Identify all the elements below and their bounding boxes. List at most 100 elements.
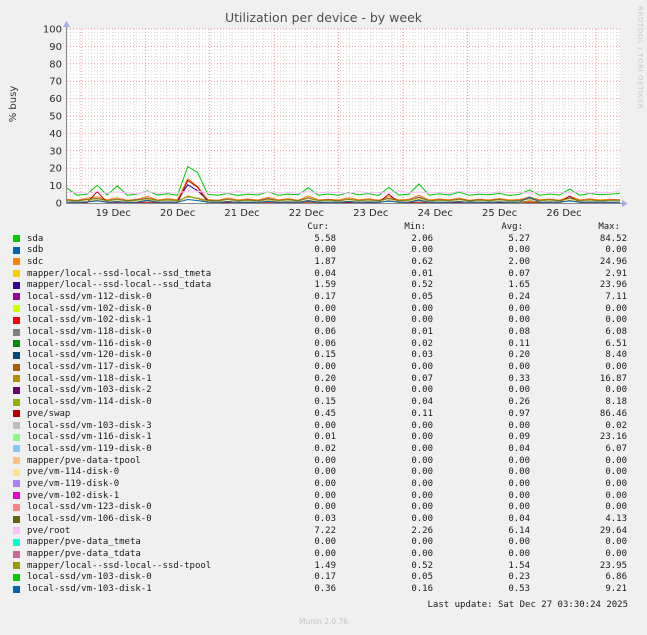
legend-cur-value: 1.87 [314, 256, 336, 267]
legend-avg-value: 2.00 [508, 256, 530, 267]
legend-min-value: 0.00 [411, 443, 433, 454]
legend-cur-value: 0.00 [314, 467, 336, 478]
y-tick-label: 100 [43, 25, 62, 36]
legend-series-name: mapper/pve-data-tpool [27, 455, 141, 466]
legend-min-value: 0.16 [411, 584, 433, 595]
legend-min-value: 0.02 [411, 338, 433, 349]
legend-avg-value: 0.00 [508, 455, 530, 466]
legend-avg-value: 0.00 [508, 502, 530, 513]
legend-series-name: local-ssd/vm-102-disk-0 [27, 303, 152, 314]
legend-swatch [13, 328, 20, 336]
legend-min-value: 0.00 [411, 514, 433, 525]
legend-row: sdc 1.87 0.62 2.00 24.96 [0, 256, 647, 268]
legend-swatch [13, 258, 20, 266]
y-tick-label: 40 [49, 129, 62, 140]
legend-min-value: 0.52 [411, 280, 433, 291]
legend-avg-value: 0.00 [508, 315, 530, 326]
y-tick-label: 90 [49, 42, 62, 53]
legend-swatch-spacer [13, 223, 20, 230]
legend-min-value: 0.01 [411, 268, 433, 279]
legend-avg-value: 0.09 [508, 432, 530, 443]
legend-series-name: local-ssd/vm-106-disk-0 [27, 514, 152, 525]
legend-max-value: 0.00 [605, 490, 627, 501]
legend-series-name: local-ssd/vm-114-disk-0 [27, 397, 152, 408]
legend-max-value: 7.11 [605, 291, 627, 302]
x-tick-label: 20 Dec [160, 208, 195, 219]
legend-swatch [13, 410, 20, 418]
legend-series-name: pve/vm-102-disk-1 [27, 490, 120, 501]
legend-row: local-ssd/vm-120-disk-0 0.15 0.03 0.20 8.40 [0, 350, 647, 362]
legend-series-name: pve/swap [27, 408, 71, 419]
legend-avg-value: 0.00 [508, 385, 530, 396]
legend-min-value: 0.00 [411, 549, 433, 560]
legend-cur-value: 0.17 [314, 572, 336, 583]
legend-min-value: 0.00 [411, 455, 433, 466]
legend-swatch [13, 375, 20, 383]
legend-swatch [13, 293, 20, 301]
legend-swatch [13, 562, 20, 570]
legend-max-value: 84.52 [599, 233, 627, 244]
legend-max-value: 6.51 [605, 338, 627, 349]
legend-cur-value: 0.00 [314, 315, 336, 326]
legend-cur-value: 0.03 [314, 514, 336, 525]
legend-avg-value: 0.97 [508, 408, 530, 419]
legend-cur-value: 1.59 [314, 280, 336, 291]
legend-cur-value: 0.00 [314, 537, 336, 548]
legend-min-value: 0.11 [411, 408, 433, 419]
legend-avg-value: 0.11 [508, 338, 530, 349]
legend-row: local-ssd/vm-119-disk-0 0.02 0.00 0.04 6.07 [0, 443, 647, 455]
legend-max-value: 6.07 [605, 443, 627, 454]
legend-series-name: local-ssd/vm-118-disk-0 [27, 327, 152, 338]
legend-min-value: 0.00 [411, 315, 433, 326]
legend-swatch [13, 573, 20, 581]
legend-series-name: local-ssd/vm-116-disk-1 [27, 432, 152, 443]
legend-series-name: pve/vm-119-disk-0 [27, 478, 120, 489]
x-tick-label: 22 Dec [289, 208, 324, 219]
legend-min-value: 0.01 [411, 327, 433, 338]
legend-row: local-ssd/vm-118-disk-1 0.20 0.07 0.33 16.87 [0, 373, 647, 385]
legend-swatch [13, 433, 20, 441]
legend-max-value: 6.08 [605, 327, 627, 338]
legend-column-header-cur: Cur: [307, 221, 329, 232]
legend-row: sdb 0.00 0.00 0.00 0.00 [0, 244, 647, 256]
y-tick-label: 60 [49, 94, 62, 105]
legend-row: local-ssd/vm-117-disk-0 0.00 0.00 0.00 0.00 [0, 361, 647, 373]
legend-cur-value: 0.00 [314, 549, 336, 560]
legend-avg-value: 0.26 [508, 397, 530, 408]
x-tick-label: 21 Dec [224, 208, 259, 219]
legend-swatch [13, 316, 20, 324]
legend-swatch [13, 340, 20, 348]
legend-swatch [13, 480, 20, 488]
legend-row: local-ssd/vm-123-disk-0 0.00 0.00 0.00 0.00 [0, 502, 647, 514]
legend-avg-value: 0.04 [508, 443, 530, 454]
legend-min-value: 0.07 [411, 373, 433, 384]
x-tick-label: 26 Dec [546, 208, 581, 219]
legend-max-value: 0.00 [605, 455, 627, 466]
legend-cur-value: 0.00 [314, 245, 336, 256]
x-tick-label: 25 Dec [482, 208, 517, 219]
legend-cur-value: 0.00 [314, 490, 336, 501]
legend-series-name: local-ssd/vm-118-disk-1 [27, 373, 152, 384]
legend-min-value: 0.52 [411, 560, 433, 571]
legend-min-value: 0.00 [411, 420, 433, 431]
legend-row: pve/root 7.22 2.26 6.14 29.64 [0, 525, 647, 537]
legend-row: local-ssd/vm-103-disk-0 0.17 0.05 0.23 6.86 [0, 572, 647, 584]
legend-cur-value: 0.01 [314, 432, 336, 443]
legend-column-header-avg: Avg: [501, 221, 523, 232]
legend-row: local-ssd/vm-103-disk-2 0.00 0.00 0.00 0.00 [0, 385, 647, 397]
legend-avg-value: 0.00 [508, 362, 530, 373]
last-update-text: Last update: Sat Dec 27 03:30:24 2025 [427, 600, 628, 610]
legend-max-value: 0.00 [605, 362, 627, 373]
legend-row: pve/vm-102-disk-1 0.00 0.00 0.00 0.00 [0, 490, 647, 502]
legend-min-value: 0.00 [411, 432, 433, 443]
legend-min-value: 0.03 [411, 350, 433, 361]
y-tick-label: 30 [49, 146, 62, 157]
legend-swatch [13, 468, 20, 476]
legend-row: local-ssd/vm-102-disk-1 0.00 0.00 0.00 0.00 [0, 315, 647, 327]
legend-swatch [13, 422, 20, 430]
legend-row: local-ssd/vm-102-disk-0 0.00 0.00 0.00 0.00 [0, 303, 647, 315]
legend-avg-value: 0.00 [508, 537, 530, 548]
legend-series-name: mapper/local--ssd-local--ssd_tdata [27, 280, 212, 291]
legend-cur-value: 0.00 [314, 420, 336, 431]
legend-swatch [13, 527, 20, 535]
